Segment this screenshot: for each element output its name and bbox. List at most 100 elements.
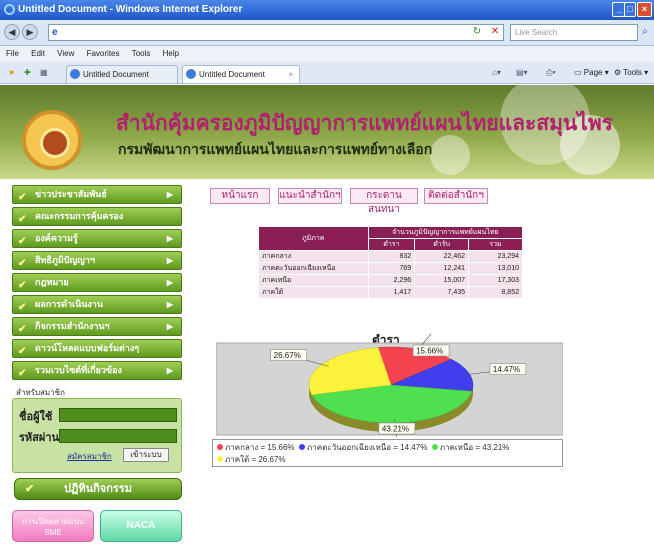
- nav-forum[interactable]: กระดานสนทนา: [350, 188, 418, 215]
- leaf-icon: ✔: [18, 214, 27, 225]
- naca-promo-banner[interactable]: NACA: [100, 510, 182, 542]
- top-nav: หน้าแรก แนะนำสำนักฯ กระดานสนทนา ติดต่อสำ…: [200, 188, 530, 215]
- sidebar-item-rights[interactable]: ✔ สิทธิภูมิปัญญาฯ ▶: [12, 251, 182, 270]
- leaf-icon: ✔: [18, 368, 27, 379]
- leaf-icon: ✔: [18, 302, 27, 313]
- pie-value-label: 26.67%: [274, 351, 301, 360]
- leaf-icon: ✔: [18, 192, 27, 203]
- home-icon[interactable]: ⌂▾: [492, 66, 501, 80]
- sidebar-item-committee[interactable]: ✔ คณะกรรมการคุ้มครอง: [12, 207, 182, 226]
- username-label: ชื่อผู้ใช้: [19, 411, 53, 423]
- add-favorite-icon[interactable]: ✚: [24, 66, 31, 80]
- table-header-region: ภูมิภาค: [258, 226, 369, 251]
- chart-legend: ภาคกลาง = 15.66% ภาคตะวันออกเฉียงเหนือ =…: [212, 439, 563, 467]
- sidebar-item-knowledge[interactable]: ✔ องค์ความรู้ ▶: [12, 229, 182, 248]
- legend-item: ภาคกลาง = 15.66%: [217, 443, 295, 452]
- tab-1[interactable]: Untitled Document: [66, 65, 178, 83]
- arrow-right-icon: ▶: [166, 278, 173, 287]
- menu-tools[interactable]: Tools: [132, 49, 151, 58]
- tab-2[interactable]: Untitled Document ×: [182, 65, 300, 83]
- address-bar: ◀ ▶ e ↻ ✕ Live Search ⌕: [0, 20, 654, 46]
- pie-value-label: 14.47%: [493, 365, 520, 374]
- search-input[interactable]: Live Search: [510, 24, 638, 41]
- table-header-col: ตำรับ: [414, 238, 470, 251]
- sidebar-item-downloads[interactable]: ✔ ดาวน์โหลดแบบฟอร์มต่างๆ: [12, 339, 182, 358]
- arrow-right-icon: ▶: [166, 190, 173, 199]
- sidebar-item-links[interactable]: ✔ รวมเวบไซต์ที่เกี่ยวข้อง ▶: [12, 361, 182, 380]
- back-icon[interactable]: ◀: [4, 24, 20, 40]
- address-input[interactable]: e: [48, 24, 504, 41]
- nav-home[interactable]: หน้าแรก: [210, 188, 270, 204]
- login-box: ชื่อผู้ใช้ รหัสผ่าน สมัครสมาชิก เข้าระบบ: [12, 398, 182, 473]
- tab-close-icon[interactable]: ×: [288, 66, 293, 83]
- login-button[interactable]: เข้าระบบ: [123, 448, 169, 462]
- legend-item: ภาคเหนือ = 43.21%: [431, 443, 509, 452]
- menu-bar: File Edit View Favorites Tools Help: [0, 46, 654, 62]
- page-menu[interactable]: ▭ Page ▾: [574, 66, 609, 80]
- sidebar-item-news[interactable]: ✔ ข่าวประชาสัมพันธ์ ▶: [12, 185, 182, 204]
- header-banner: สำนักคุ้มครองภูมิปัญญาการแพทย์แผนไทยและส…: [0, 85, 654, 179]
- arrow-right-icon: ▶: [166, 322, 173, 331]
- leaf-icon: ✔: [25, 483, 35, 495]
- department-logo: [22, 110, 82, 170]
- nav-contact[interactable]: ติดต่อสำนักฯ: [424, 188, 488, 204]
- legend-item: ภาคใต้ = 26.67%: [217, 455, 285, 464]
- banner-title: สำนักคุ้มครองภูมิปัญญาการแพทย์แผนไทยและส…: [116, 112, 613, 135]
- pie-value-label: 43.21%: [382, 425, 409, 434]
- tab-bar: ★ ✚ ▦ Untitled Document Untitled Documen…: [0, 62, 654, 84]
- stop-icon[interactable]: ✕: [488, 24, 502, 40]
- ie-tab-icon: [186, 69, 196, 79]
- pie-chart-panel: 15.66% 14.47% 43.21% 26.67%: [215, 323, 564, 439]
- sidebar-item-results[interactable]: ✔ ผลการดำเนินงาน ▶: [12, 295, 182, 314]
- password-label: รหัสผ่าน: [19, 432, 60, 444]
- sidebar-item-law[interactable]: ✔ กฎหมาย ▶: [12, 273, 182, 292]
- password-input[interactable]: [59, 429, 177, 443]
- tools-menu[interactable]: ⚙ Tools ▾: [614, 66, 648, 80]
- table-row: ภาคตะวันออกเฉียงเหนือ 769 12,241 13,010: [258, 262, 523, 275]
- statistics-table: ภูมิภาค จำนวนภูมิปัญญาการแพทย์แผนไทย ตำร…: [258, 226, 524, 299]
- menu-help[interactable]: Help: [163, 49, 179, 58]
- arrow-right-icon: ▶: [166, 234, 173, 243]
- close-button[interactable]: ×: [637, 2, 652, 17]
- nav-about[interactable]: แนะนำสำนักฯ: [278, 188, 342, 204]
- ie-icon: [4, 4, 15, 15]
- maximize-button[interactable]: □: [624, 2, 636, 17]
- table-row: ภาคกลาง 832 22,462 23,294: [258, 250, 523, 263]
- leaf-icon: ✔: [18, 280, 27, 291]
- feeds-icon[interactable]: ▤▾: [516, 66, 528, 80]
- register-link[interactable]: สมัครสมาชิก: [67, 450, 112, 463]
- menu-view[interactable]: View: [57, 49, 74, 58]
- banner-subtitle: กรมพัฒนาการแพทย์แผนไทยและการแพทย์ทางเลือ…: [118, 141, 433, 157]
- window-titlebar: Untitled Document - Windows Internet Exp…: [0, 0, 654, 20]
- arrow-right-icon: ▶: [166, 256, 173, 265]
- search-icon[interactable]: ⌕: [638, 24, 652, 40]
- menu-favorites[interactable]: Favorites: [87, 49, 120, 58]
- arrow-right-icon: ▶: [166, 300, 173, 309]
- username-input[interactable]: [59, 408, 177, 422]
- pie-value-label: 15.66%: [416, 347, 443, 356]
- table-header-group: จำนวนภูมิปัญญาการแพทย์แผนไทย: [367, 226, 524, 239]
- pie-chart: 15.66% 14.47% 43.21% 26.67%: [215, 333, 564, 439]
- calendar-button[interactable]: ✔ ปฏิทินกิจกรรม: [14, 478, 182, 500]
- sme-promo-banner[interactable]: การเปิดตลาดแบบ SME: [12, 510, 94, 542]
- leaf-icon: ✔: [18, 324, 27, 335]
- page-content: สำนักคุ้มครองภูมิปัญญาการแพทย์แผนไทยและส…: [0, 85, 654, 545]
- tab-list-icon[interactable]: ▦: [40, 66, 48, 80]
- menu-file[interactable]: File: [6, 49, 19, 58]
- favorites-star-icon[interactable]: ★: [8, 66, 15, 80]
- leaf-icon: ✔: [18, 346, 27, 357]
- table-header-col: ตำรา: [367, 238, 416, 251]
- arrow-right-icon: ▶: [166, 366, 173, 375]
- legend-item: ภาคตะวันออกเฉียงเหนือ = 14.47%: [298, 443, 427, 452]
- ie-tab-icon: [70, 69, 80, 79]
- print-icon[interactable]: ⎙▾: [546, 66, 556, 80]
- forward-icon[interactable]: ▶: [22, 24, 38, 40]
- table-header-col: รวม: [468, 238, 523, 251]
- menu-edit[interactable]: Edit: [31, 49, 45, 58]
- page-icon: e: [52, 27, 58, 38]
- leaf-icon: ✔: [18, 236, 27, 247]
- sidebar-item-activities[interactable]: ✔ กิจกรรมสำนักงานฯ ▶: [12, 317, 182, 336]
- table-row: ภาคเหนือ 2,296 15,007 17,303: [258, 274, 523, 287]
- refresh-icon[interactable]: ↻: [470, 24, 484, 40]
- leaf-icon: ✔: [18, 258, 27, 269]
